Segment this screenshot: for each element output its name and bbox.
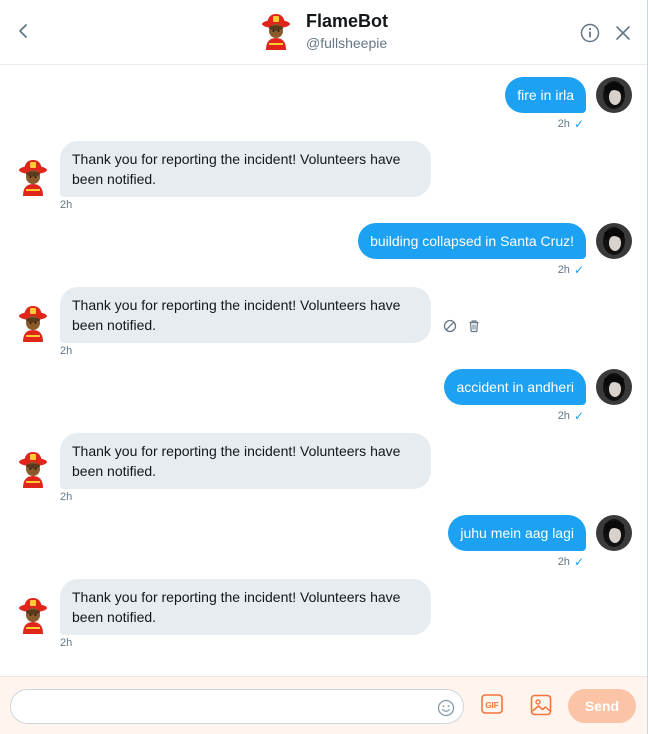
block-icon[interactable] (443, 319, 457, 333)
message-time: 2h (557, 410, 570, 422)
info-icon[interactable] (579, 22, 601, 44)
message-time: 2h (557, 118, 570, 130)
message-input-wrapper[interactable] (10, 689, 464, 724)
user-avatar[interactable] (596, 369, 632, 405)
message-input[interactable] (23, 694, 423, 720)
message-meta: 2h ✓ (558, 555, 584, 569)
read-check-icon: ✓ (573, 555, 584, 569)
read-check-icon: ✓ (573, 117, 584, 131)
message-time: 2h (557, 556, 570, 568)
bot-avatar[interactable] (17, 597, 49, 635)
message-meta: 2h ✓ (558, 117, 584, 131)
user-avatar[interactable] (596, 77, 632, 113)
read-check-icon: ✓ (573, 409, 584, 423)
message-meta: 2h ✓ (558, 263, 584, 277)
conversation-header: FlameBot @fullsheepie (0, 0, 647, 65)
bot-avatar[interactable] (17, 451, 49, 489)
user-avatar[interactable] (596, 515, 632, 551)
bot-avatar-header[interactable] (259, 13, 293, 51)
gif-button[interactable]: GIF (481, 694, 503, 714)
message-time: 2h (60, 345, 73, 357)
message-time: 2h (60, 637, 73, 649)
message-bubble[interactable]: fire in irla (505, 77, 586, 113)
gif-label: GIF (485, 701, 498, 710)
message-bubble[interactable]: accident in andheri (444, 369, 586, 405)
message-list[interactable]: fire in irla 2h ✓ Thank you for reportin… (0, 65, 647, 676)
back-button[interactable] (12, 20, 34, 42)
message-bubble[interactable]: building collapsed in Santa Cruz! (358, 223, 586, 259)
trash-icon[interactable] (467, 319, 481, 333)
message-bubble[interactable]: Thank you for reporting the incident! Vo… (60, 287, 431, 343)
close-icon[interactable] (613, 23, 633, 43)
image-icon[interactable] (530, 694, 552, 716)
conversation-handle: @fullsheepie (306, 35, 388, 51)
message-bubble[interactable]: Thank you for reporting the incident! Vo… (60, 579, 431, 635)
message-time: 2h (557, 264, 570, 276)
dm-window: FlameBot @fullsheepie fire in irla 2h ✓ (0, 0, 648, 734)
user-avatar[interactable] (596, 223, 632, 259)
message-actions (443, 319, 481, 333)
chevron-left-icon (19, 24, 27, 38)
message-time: 2h (60, 199, 73, 211)
message-bubble[interactable]: juhu mein aag lagi (448, 515, 586, 551)
send-button[interactable]: Send (568, 689, 636, 723)
message-time: 2h (60, 491, 73, 503)
message-meta: 2h ✓ (558, 409, 584, 423)
bot-avatar[interactable] (17, 305, 49, 343)
message-bubble[interactable]: Thank you for reporting the incident! Vo… (60, 141, 431, 197)
message-bubble[interactable]: Thank you for reporting the incident! Vo… (60, 433, 431, 489)
bot-avatar[interactable] (17, 159, 49, 197)
read-check-icon: ✓ (573, 263, 584, 277)
emoji-icon[interactable] (437, 699, 455, 717)
conversation-title: FlameBot (306, 11, 389, 31)
